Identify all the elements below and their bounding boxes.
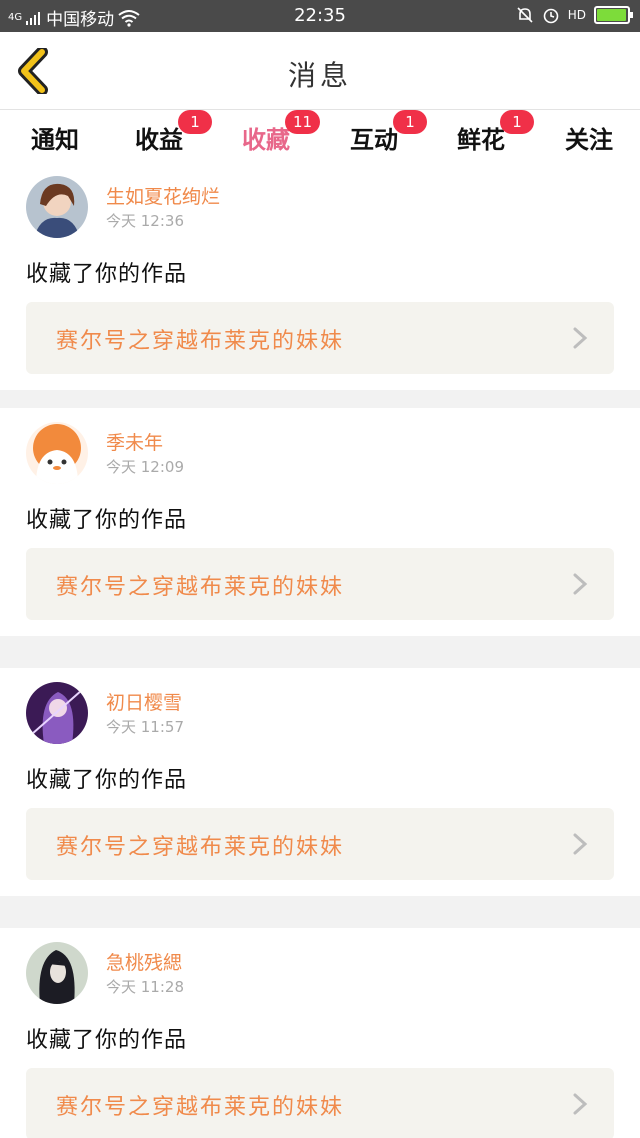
- status-right: HD: [516, 6, 633, 24]
- timestamp: 今天 12:36: [106, 212, 184, 230]
- unread-badge: 1: [393, 110, 427, 134]
- chevron-right-icon: [573, 1093, 588, 1115]
- username[interactable]: 季未年: [106, 428, 163, 455]
- avatar[interactable]: [26, 422, 88, 484]
- tab-interactions[interactable]: 互动 1: [319, 110, 429, 155]
- status-bar: 4G 中国移动 22:35 HD: [0, 0, 640, 32]
- tab-label: 收益: [135, 126, 183, 154]
- battery-level: [597, 9, 626, 21]
- tab-follows[interactable]: 关注: [534, 120, 640, 155]
- chevron-right-icon: [573, 833, 588, 855]
- tab-notifications[interactable]: 通知: [0, 120, 110, 155]
- work-link[interactable]: 赛尔号之穿越布莱克的妹妹: [26, 808, 614, 880]
- work-title: 赛尔号之穿越布莱克的妹妹: [56, 329, 345, 354]
- unread-badge: 1: [500, 110, 534, 134]
- action-text: 收藏了你的作品: [26, 768, 188, 793]
- hd-call-icon: HD: [567, 8, 586, 22]
- avatar[interactable]: [26, 176, 88, 238]
- tab-label: 收藏: [242, 126, 290, 154]
- action-text: 收藏了你的作品: [26, 1028, 188, 1053]
- battery-icon: [594, 6, 633, 24]
- action-text: 收藏了你的作品: [26, 508, 188, 533]
- message-card: 季未年 今天 12:09 收藏了你的作品 赛尔号之穿越布莱克的妹妹: [0, 408, 640, 636]
- message-card: 急桃残緦 今天 11:28 收藏了你的作品 赛尔号之穿越布莱克的妹妹: [0, 928, 640, 1138]
- message-card: 初日樱雪 今天 11:57 收藏了你的作品 赛尔号之穿越布莱克的妹妹: [0, 668, 640, 896]
- tab-flowers[interactable]: 鲜花 1: [426, 110, 536, 155]
- work-title: 赛尔号之穿越布莱克的妹妹: [56, 575, 345, 600]
- avatar[interactable]: [26, 682, 88, 744]
- username[interactable]: 生如夏花绚烂: [106, 182, 220, 209]
- tab-favorites[interactable]: 收藏 11: [211, 110, 321, 168]
- action-text: 收藏了你的作品: [26, 262, 188, 287]
- timestamp: 今天 11:28: [106, 978, 184, 996]
- timestamp: 今天 12:09: [106, 458, 184, 476]
- alarm-icon: [543, 8, 559, 24]
- header: 消息: [0, 32, 640, 110]
- username[interactable]: 初日樱雪: [106, 688, 182, 715]
- tab-bar: 通知 收益 1 收藏 11 互动 1 鲜花 1 关注: [0, 110, 640, 168]
- chevron-right-icon: [573, 327, 588, 349]
- tab-label: 通知: [31, 126, 79, 154]
- message-card: 生如夏花绚烂 今天 12:36 收藏了你的作品 赛尔号之穿越布莱克的妹妹: [0, 162, 640, 390]
- work-title: 赛尔号之穿越布莱克的妹妹: [56, 835, 345, 860]
- chevron-right-icon: [573, 573, 588, 595]
- page-title: 消息: [287, 59, 352, 92]
- unread-badge: 1: [178, 110, 212, 134]
- tab-label: 关注: [565, 126, 613, 154]
- tab-label: 互动: [350, 126, 398, 154]
- work-title: 赛尔号之穿越布莱克的妹妹: [56, 1095, 345, 1120]
- work-link[interactable]: 赛尔号之穿越布莱克的妹妹: [26, 302, 614, 374]
- timestamp: 今天 11:57: [106, 718, 184, 736]
- mute-icon: [517, 7, 533, 23]
- unread-badge: 11: [285, 110, 321, 134]
- work-link[interactable]: 赛尔号之穿越布莱克的妹妹: [26, 548, 614, 620]
- avatar[interactable]: [26, 942, 88, 1004]
- username[interactable]: 急桃残緦: [106, 948, 182, 975]
- tab-label: 鲜花: [457, 126, 505, 154]
- work-link[interactable]: 赛尔号之穿越布莱克的妹妹: [26, 1068, 614, 1138]
- tab-earnings[interactable]: 收益 1: [104, 110, 214, 155]
- message-list: 生如夏花绚烂 今天 12:36 收藏了你的作品 赛尔号之穿越布莱克的妹妹 季未年…: [0, 162, 640, 1138]
